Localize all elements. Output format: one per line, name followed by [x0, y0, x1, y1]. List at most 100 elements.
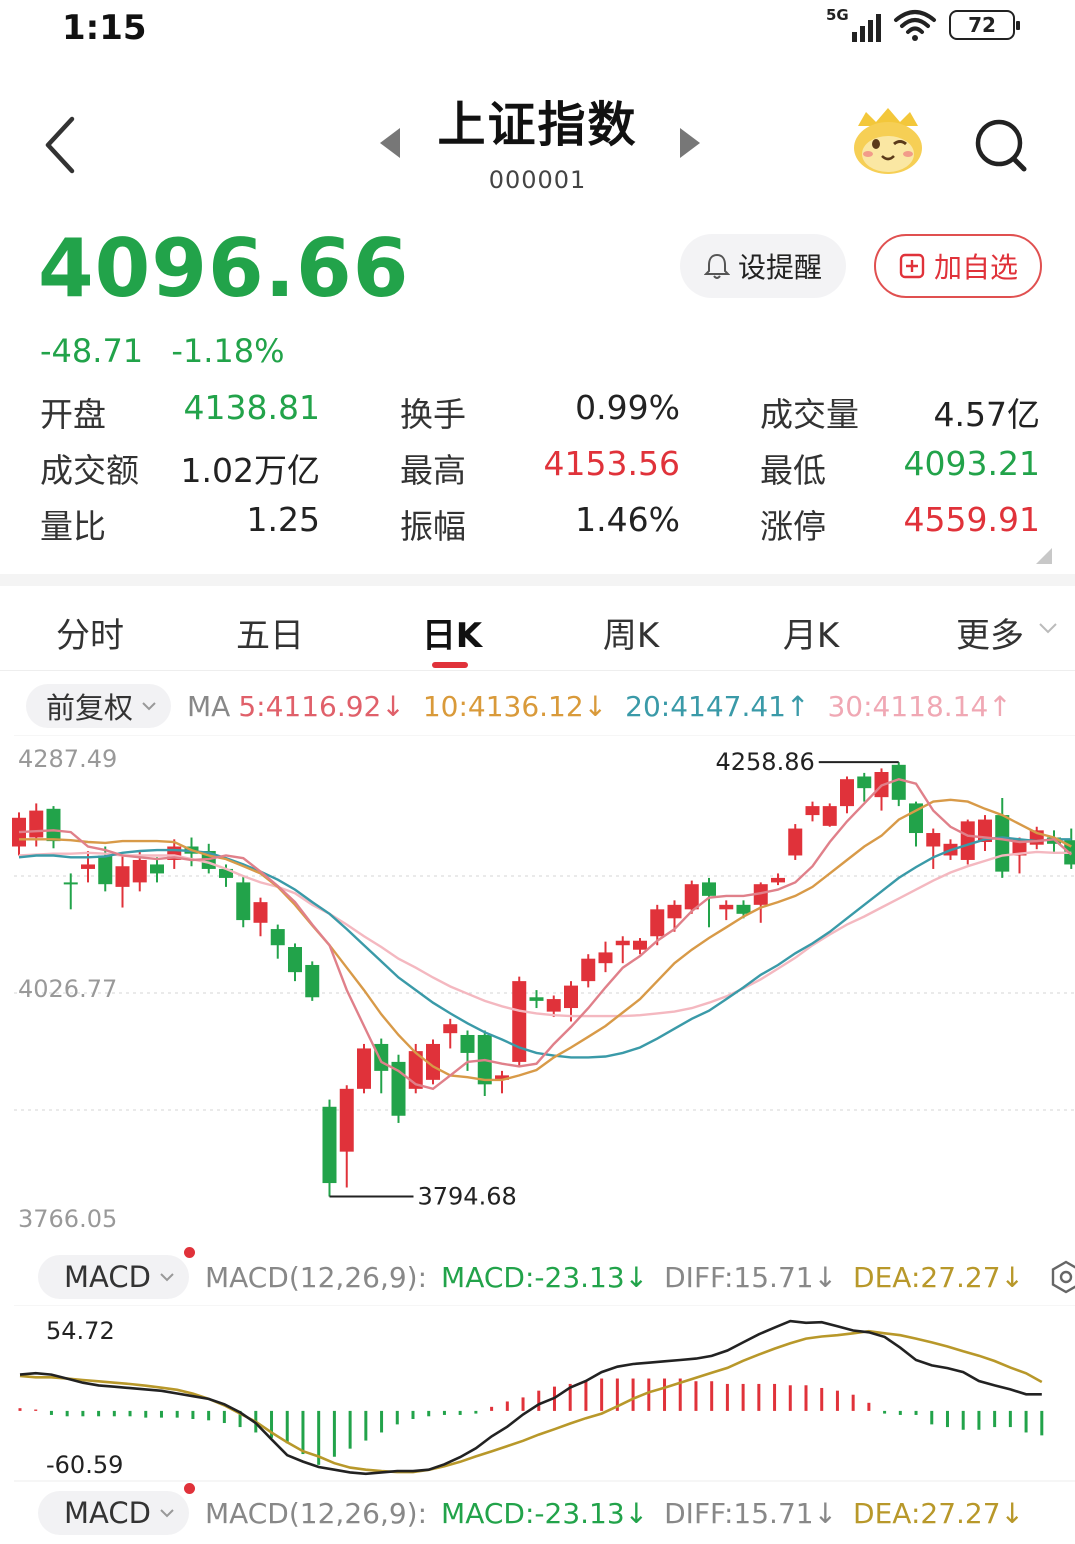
adjust-selector[interactable]: 前复权: [26, 684, 172, 728]
stat-value: 1.25: [246, 500, 320, 539]
network-type: 5G: [826, 6, 849, 24]
stat-value: 4.57亿: [933, 395, 1040, 434]
search-button[interactable]: [972, 116, 1032, 176]
dea-value: DEA:27.27↓: [853, 1496, 1025, 1530]
candle-body: [926, 833, 941, 847]
candle-body: [581, 958, 596, 982]
candlestick-chart[interactable]: 4287.49 4026.77 3766.05 4258.86 3794.68: [0, 735, 1075, 1245]
y-axis-label: -60.59: [46, 1451, 123, 1479]
macd-value: MACD:-23.13↓: [441, 1260, 649, 1294]
candle-body: [995, 815, 1010, 872]
candle-body: [719, 904, 734, 910]
ma20-line: [18, 836, 1072, 1059]
candle-body: [460, 1034, 475, 1053]
dea-value: DEA:27.27↓: [853, 1260, 1025, 1294]
ma-value: 20:4147.41↑: [625, 689, 810, 723]
candle-body: [822, 806, 837, 826]
diff-value: DIFF:15.71↓: [664, 1260, 838, 1294]
set-alert-label: 设提醒: [737, 251, 822, 284]
ma30-line: [18, 850, 1072, 1018]
candle-body: [771, 877, 785, 883]
tabs-bottom-border: [0, 670, 1075, 671]
diff-value: DIFF:15.71↓: [664, 1496, 838, 1530]
y-axis-label: 4287.49: [18, 745, 117, 773]
candle-body: [650, 909, 665, 937]
macd-indicator-row-2: MACD MACD(12,26,9): MACD:-23.13↓ DIFF:15…: [0, 1483, 1075, 1536]
tab-4[interactable]: 月K: [731, 608, 891, 657]
expand-corner-icon[interactable]: [1036, 548, 1052, 564]
candle-body: [633, 940, 647, 950]
next-stock-button[interactable]: [676, 126, 704, 160]
candle-body: [150, 864, 164, 874]
diff-line: [19, 1319, 1042, 1476]
candle-body: [546, 999, 561, 1012]
bell-icon: [703, 253, 730, 279]
ma-prefix: MA: [187, 689, 231, 723]
tab-2[interactable]: 日K: [372, 608, 532, 657]
ma-values: 5:4116.92↓ 10:4136.12↓ 20:4147.41↑ 30:4118.…: [238, 690, 1011, 723]
tab-0[interactable]: 分时: [10, 608, 170, 657]
chevron-down-icon: [160, 1273, 174, 1282]
candle-body: [564, 985, 578, 1009]
ma-indicator-row: 前复权 MA 5:4116.92↓ 10:4136.12↓ 20:4147.41↑ 3…: [0, 684, 1075, 728]
macd-value: MACD:-23.13↓: [441, 1496, 649, 1530]
tab-3[interactable]: 周K: [551, 608, 711, 657]
candle-body: [288, 947, 302, 973]
set-alert-button[interactable]: 设提醒: [680, 234, 846, 298]
candle-body: [840, 779, 854, 807]
candle-body: [857, 776, 872, 789]
price-change-row: -48.71 -1.18%: [40, 332, 285, 370]
price-change-pct: -1.18%: [171, 332, 285, 370]
dea-line: [19, 1329, 1043, 1474]
candle-body: [357, 1048, 371, 1089]
candle-body: [253, 902, 268, 923]
tab-1[interactable]: 五日: [190, 608, 350, 657]
ma-value: 10:4136.12↓: [422, 689, 608, 723]
more-chevron-icon[interactable]: [1038, 620, 1058, 634]
macd-selector-2[interactable]: MACD: [38, 1483, 195, 1535]
candle-body: [29, 810, 44, 838]
stat-label: 最低: [760, 451, 826, 490]
candle-body: [736, 904, 751, 914]
tab-underline: [432, 662, 468, 668]
candle-body: [98, 855, 113, 885]
ma-value: 30:4118.14↑: [827, 689, 1012, 723]
adjust-label: 前复权: [46, 691, 134, 725]
low-label: 3794.68: [418, 1183, 517, 1211]
notification-dot: [183, 1483, 195, 1494]
stat-value: 4093.21: [903, 444, 1040, 483]
chevron-down-icon: [160, 1509, 174, 1518]
status-time: 1:15: [62, 8, 147, 48]
mascot-icon: [854, 108, 922, 174]
mascot-button[interactable]: [848, 106, 928, 178]
signal-icon: 5G: [826, 6, 881, 42]
candle-body: [46, 808, 61, 842]
wifi-icon: [893, 8, 937, 42]
candle-body: [236, 882, 251, 921]
candle-body: [788, 828, 803, 856]
stat-label: 量比: [40, 507, 106, 546]
macd-chart[interactable]: 54.72 -60.59: [0, 1305, 1075, 1483]
y-axis-label: 3766.05: [18, 1205, 117, 1233]
candle-body: [63, 882, 78, 885]
stat-value: 4138.81: [183, 388, 320, 427]
stat-value: 4153.56: [543, 444, 680, 483]
ma-value: 5:4116.92↓: [238, 689, 405, 723]
candle-body: [322, 1106, 337, 1184]
stat-label: 开盘: [40, 395, 106, 434]
macd-indicator-row: MACD MACD(12,26,9): MACD:-23.13↓ DIFF:15…: [0, 1247, 1075, 1300]
stat-label: 振幅: [400, 507, 466, 546]
stat-label: 最高: [400, 451, 466, 490]
candle-body: [684, 884, 699, 910]
candle-body: [305, 964, 320, 998]
macd-selector[interactable]: MACD: [38, 1247, 195, 1299]
settings-button[interactable]: [1048, 1259, 1075, 1295]
add-watchlist-label: 加自选: [933, 251, 1018, 284]
high-label: 4258.86: [716, 748, 815, 776]
stat-value: 1.02万亿: [180, 451, 320, 490]
ma10-line: [19, 798, 1072, 1082]
stat-label: 换手: [400, 395, 466, 434]
add-watchlist-button[interactable]: 加自选: [874, 234, 1042, 298]
candle-body: [374, 1043, 389, 1071]
section-divider: [0, 574, 1075, 586]
